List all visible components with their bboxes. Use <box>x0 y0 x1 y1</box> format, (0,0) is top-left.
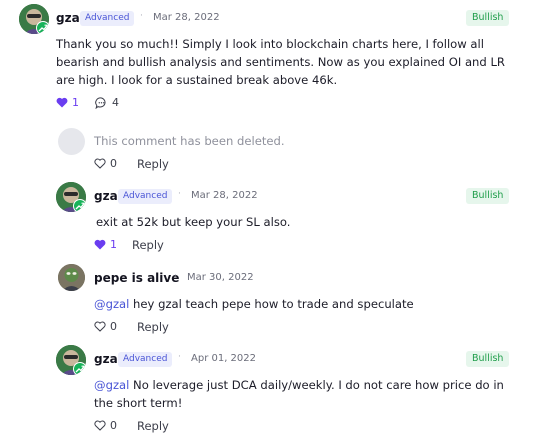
like-button[interactable]: 1 <box>94 238 117 251</box>
reply-button[interactable]: Reply <box>137 320 169 334</box>
sentiment-badge: Bullish <box>466 351 510 367</box>
user-mention-link[interactable]: @gzal <box>94 378 129 392</box>
reply-button[interactable]: Reply <box>137 157 169 171</box>
separator-dot: · <box>140 11 143 21</box>
avatar <box>58 128 85 155</box>
trend-up-icon <box>36 21 49 34</box>
sentiment-badge: Bullish <box>466 188 510 204</box>
avatar[interactable] <box>19 4 49 34</box>
trend-up-icon <box>73 199 86 212</box>
trend-up-icon <box>73 362 86 375</box>
comment-text: @gzal hey gzal teach pepe how to trade a… <box>94 295 414 313</box>
like-button[interactable]: 0 <box>94 320 117 333</box>
heart-filled-icon <box>94 239 106 250</box>
level-badge: Advanced <box>118 352 173 367</box>
comment-date: Mar 28, 2022 <box>191 190 258 201</box>
like-count: 1 <box>110 238 117 251</box>
avatar[interactable] <box>58 264 85 291</box>
like-count: 0 <box>110 419 117 432</box>
comment-body: No leverage just DCA daily/weekly. I do … <box>94 378 504 410</box>
reply-button[interactable]: Reply <box>132 238 164 252</box>
heart-filled-icon <box>56 97 68 108</box>
comment-text: exit at 52k but keep your SL also. <box>96 215 291 229</box>
reply-button[interactable]: Reply <box>137 419 169 433</box>
comment-body: hey gzal teach pepe how to trade and spe… <box>129 297 414 311</box>
like-count: 0 <box>110 320 117 333</box>
separator-dot: · <box>178 189 181 199</box>
like-button[interactable]: 0 <box>94 419 117 432</box>
like-count: 0 <box>110 157 117 170</box>
deleted-comment-text: This comment has been deleted. <box>94 134 285 148</box>
author-name[interactable]: pepe is alive <box>94 271 179 285</box>
separator-dot: · <box>174 271 177 281</box>
comment-bubble-icon <box>95 96 106 109</box>
avatar[interactable] <box>56 182 86 212</box>
reply-count: 4 <box>112 96 119 109</box>
comment-text: @gzal No leverage just DCA daily/weekly.… <box>94 376 510 412</box>
heart-outline-icon <box>94 321 106 332</box>
avatar[interactable] <box>56 345 86 375</box>
heart-outline-icon <box>94 158 106 169</box>
replies-button[interactable]: 4 <box>95 96 119 109</box>
level-badge: Advanced <box>118 189 173 204</box>
comment-date: Apr 01, 2022 <box>191 353 257 364</box>
heart-outline-icon <box>94 420 106 431</box>
comment-date: Mar 30, 2022 <box>187 272 254 283</box>
comment-text: Thank you so much!! Simply I look into b… <box>56 37 505 87</box>
level-badge: Advanced <box>80 11 135 26</box>
separator-dot: · <box>178 352 181 362</box>
like-button[interactable]: 0 <box>94 157 117 170</box>
like-button[interactable]: 1 <box>56 96 79 109</box>
sentiment-badge: Bullish <box>466 10 510 26</box>
like-count: 1 <box>72 96 79 109</box>
comment-date: Mar 28, 2022 <box>153 12 220 23</box>
user-mention-link[interactable]: @gzal <box>94 297 129 311</box>
